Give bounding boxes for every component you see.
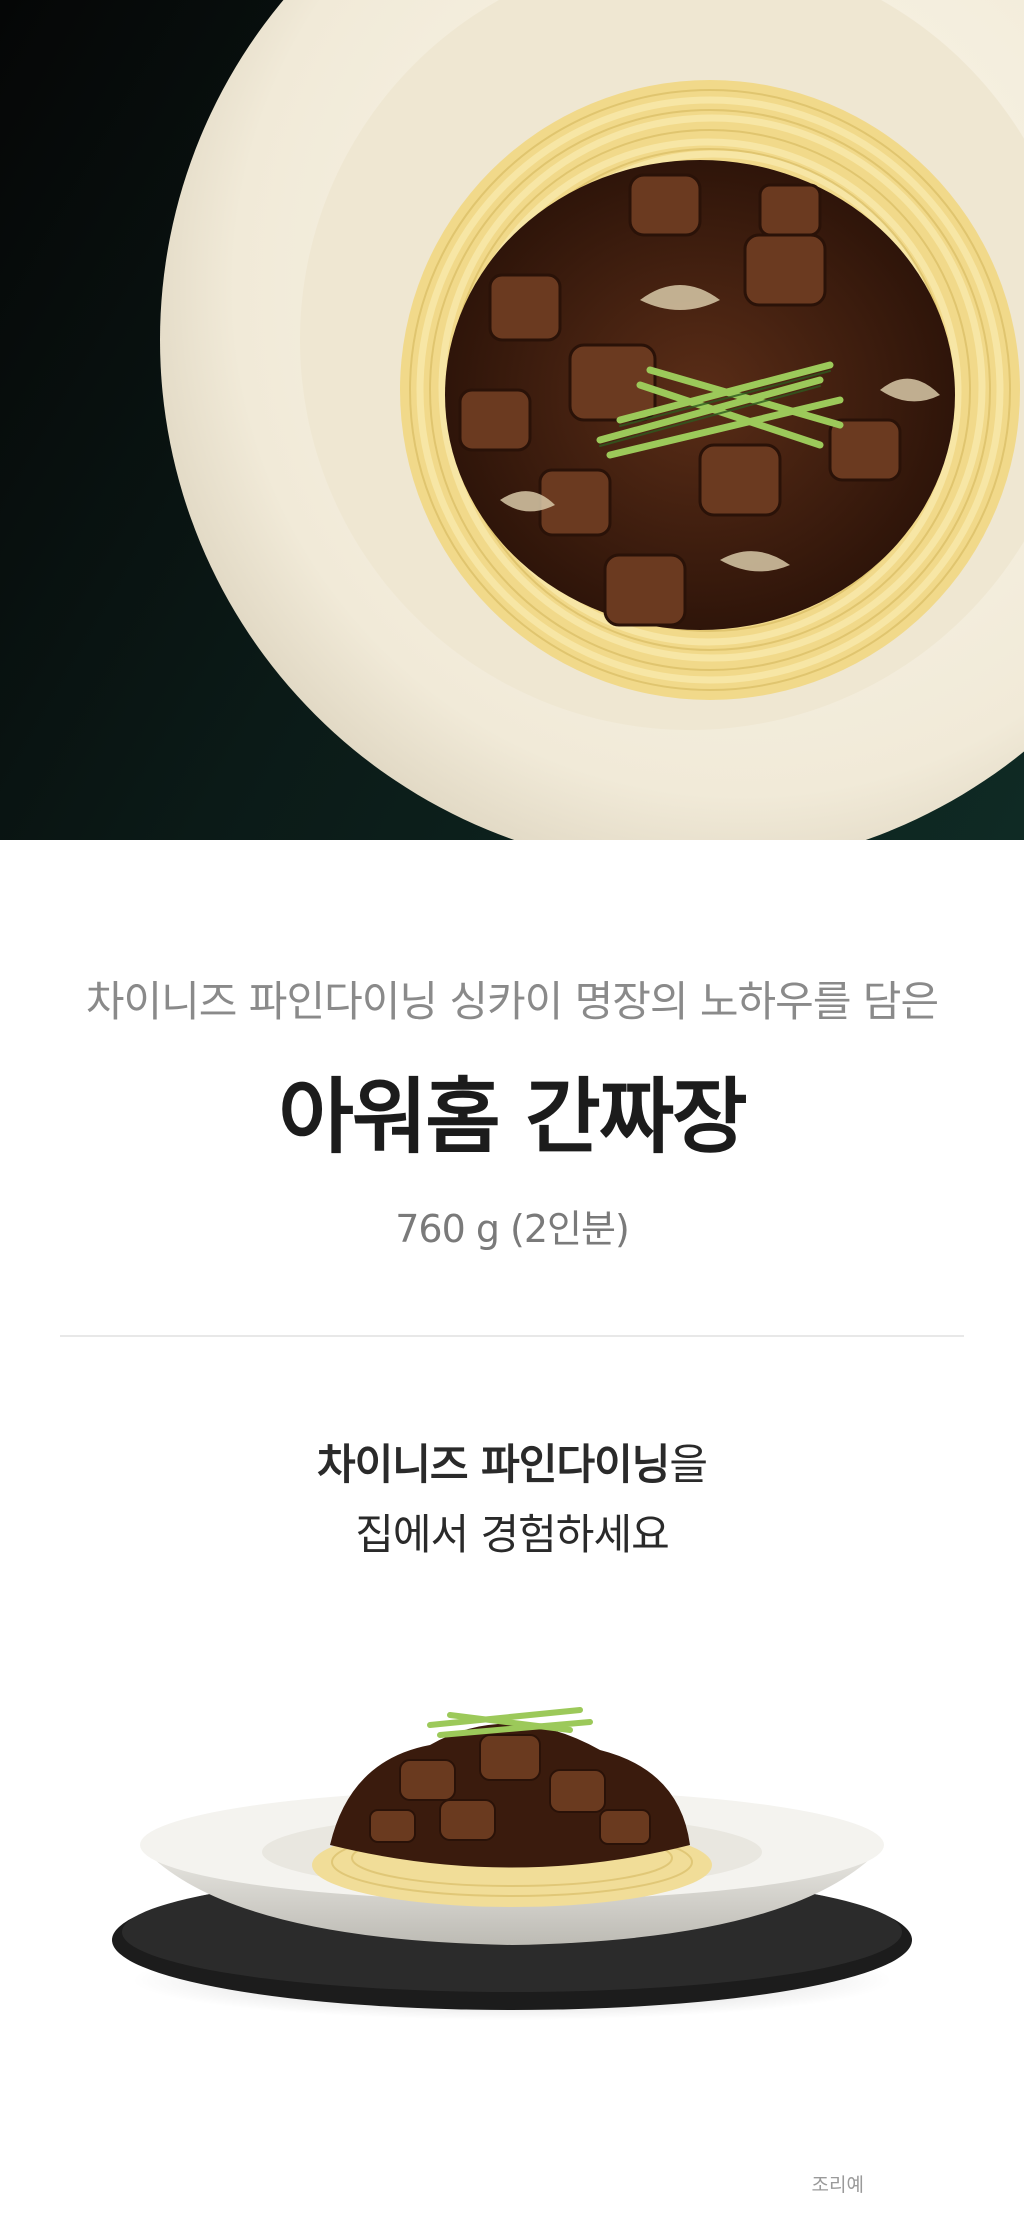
hero-image <box>0 0 1024 840</box>
tagline-line-2: 집에서 경험하세요 <box>355 1510 669 1559</box>
tagline-bold: 차이니즈 파인다이닝 <box>316 1440 670 1489</box>
tagline-rest: 을 <box>669 1440 708 1489</box>
image-caption: 조리예 <box>811 2174 864 2196</box>
product-intro: 차이니즈 파인다이닝 싱카이 명장의 노하우를 담은 아워홈 간짜장 760 g… <box>0 840 1024 1340</box>
noodle-bowl-top-view <box>160 0 1024 840</box>
tagline-line-1: 차이니즈 파인다이닝을 <box>0 1430 1024 1500</box>
divider <box>60 1335 964 1337</box>
product-title: 아워홈 간짜장 <box>278 1070 747 1165</box>
product-weight: 760 g (2인분) <box>395 1207 630 1251</box>
plated-dish-image <box>112 1707 912 2020</box>
tagline: 차이니즈 파인다이닝을 집에서 경험하세요 <box>0 1430 1024 1570</box>
product-kicker: 차이니즈 파인다이닝 싱카이 명장의 노하우를 담은 <box>85 977 939 1026</box>
fine-dining-section: 차이니즈 파인다이닝을 집에서 경험하세요 조리예 <box>0 1340 1024 2217</box>
